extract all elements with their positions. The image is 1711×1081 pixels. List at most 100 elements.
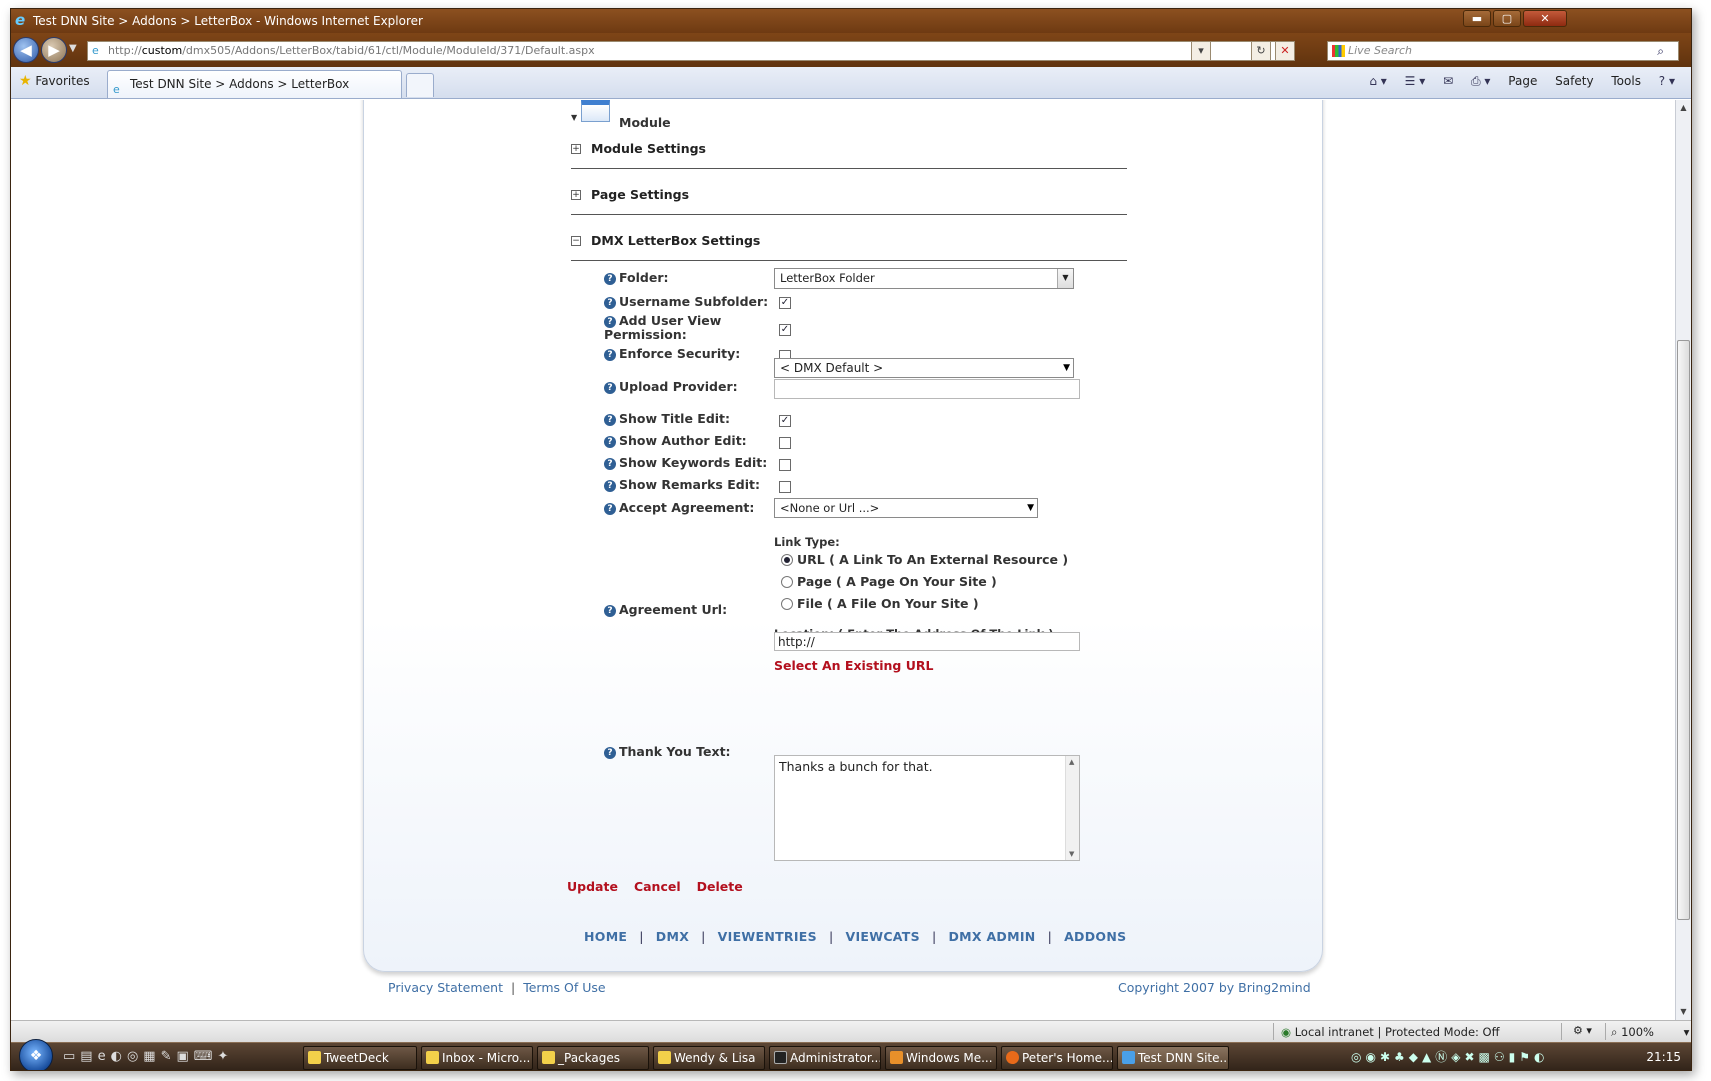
section-page-settings[interactable]: + Page Settings	[571, 183, 1127, 215]
taskbar-test-dnn-site[interactable]: Test DNN Site...	[1117, 1046, 1229, 1070]
privacy-statement-link[interactable]: Privacy Statement	[388, 980, 503, 995]
link-type-file-label[interactable]: File ( A File On Your Site )	[797, 596, 979, 611]
address-dropdown-icon[interactable]: ▾	[1191, 41, 1211, 61]
app-icon[interactable]: ▦	[143, 1049, 160, 1064]
show-remarks-edit-checkbox[interactable]	[779, 481, 791, 493]
app-icon[interactable]: ▣	[176, 1049, 193, 1064]
menu-home[interactable]: HOME	[584, 929, 627, 944]
scroll-up-icon[interactable]: ▲	[1069, 758, 1074, 766]
help-icon[interactable]: ?	[604, 747, 616, 759]
accept-agreement-select[interactable]: <None or Url ...> ▼	[774, 498, 1038, 518]
menu-viewcats[interactable]: VIEWCATS	[845, 929, 919, 944]
switch-windows-icon[interactable]: ▤	[80, 1049, 97, 1064]
location-input[interactable]: http://	[774, 632, 1080, 651]
stop-icon[interactable]: ✕	[1275, 41, 1295, 61]
feeds-icon[interactable]: ☰ ▾	[1405, 74, 1426, 88]
upload-provider-select[interactable]: < DMX Default > ▼	[774, 358, 1074, 378]
tray-icons[interactable]: ◎◉✱♣◆▲Ⓝ◈✖▩⚇▮⚑◐	[1351, 1046, 1548, 1068]
ie-quicklaunch-icon[interactable]: e	[98, 1049, 111, 1064]
new-tab-button[interactable]	[406, 73, 434, 97]
page-scrollbar[interactable]: ▲ ▼	[1675, 100, 1691, 1020]
app-icon[interactable]: ◎	[127, 1049, 143, 1064]
tools-menu[interactable]: Tools	[1611, 74, 1641, 88]
scrollbar-thumb[interactable]	[1677, 340, 1690, 920]
show-keywords-edit-checkbox[interactable]	[779, 459, 791, 471]
terms-of-use-link[interactable]: Terms Of Use	[523, 980, 605, 995]
update-link[interactable]: Update	[567, 879, 618, 894]
start-button[interactable]: ❖	[19, 1039, 53, 1070]
firefox-icon[interactable]: ◐	[111, 1049, 127, 1064]
taskbar-packages[interactable]: _Packages	[537, 1046, 649, 1070]
menu-dmx-admin[interactable]: DMX ADMIN	[948, 929, 1035, 944]
help-icon[interactable]: ?	[604, 458, 616, 470]
scroll-down-icon[interactable]: ▼	[1676, 1004, 1691, 1020]
page-menu[interactable]: Page	[1508, 74, 1537, 88]
help-icon[interactable]: ?	[604, 480, 616, 492]
section-letterbox-settings[interactable]: − DMX LetterBox Settings	[571, 229, 1127, 261]
search-icon[interactable]: ⌕	[1657, 42, 1664, 60]
menu-addons[interactable]: ADDONS	[1064, 929, 1126, 944]
maximize-button[interactable]: ▢	[1493, 10, 1521, 27]
show-title-edit-checkbox[interactable]: ✓	[779, 415, 791, 427]
refresh-icon[interactable]: ↻	[1251, 41, 1271, 61]
upload-provider-extra-field[interactable]	[774, 379, 1080, 399]
taskbar-peters-home[interactable]: Peter's Home...	[1001, 1046, 1113, 1070]
app-icon[interactable]: ⌨	[194, 1049, 218, 1064]
forward-button[interactable]: ▶	[41, 37, 67, 63]
favorites-button[interactable]: ★ Favorites	[19, 73, 90, 89]
recent-pages-dropdown-icon[interactable]: ▼	[69, 43, 77, 54]
module-actions-dropdown-icon[interactable]: ▼	[571, 113, 577, 122]
minimize-button[interactable]: ▬	[1463, 10, 1491, 27]
menu-dmx[interactable]: DMX	[656, 929, 689, 944]
taskbar-windows-media[interactable]: Windows Me...	[885, 1046, 997, 1070]
help-icon[interactable]: ?	[604, 273, 616, 285]
security-zone[interactable]: ◉ Local intranet | Protected Mode: Off	[1281, 1025, 1500, 1039]
expand-icon[interactable]: +	[571, 144, 581, 154]
back-button[interactable]: ◀	[13, 37, 39, 63]
print-icon[interactable]: ⎙ ▾	[1471, 74, 1490, 88]
select-existing-url-link[interactable]: Select An Existing URL	[774, 658, 933, 673]
tab-test-dnn-site[interactable]: e Test DNN Site > Addons > LetterBox	[107, 70, 402, 98]
expand-icon[interactable]: +	[571, 190, 581, 200]
taskbar-tweetdeck[interactable]: TweetDeck	[303, 1046, 417, 1070]
scroll-down-icon[interactable]: ▼	[1069, 850, 1074, 858]
app-icon[interactable]: ✦	[218, 1049, 234, 1064]
help-icon[interactable]: ?	[604, 382, 616, 394]
link-type-url-radio[interactable]	[781, 554, 793, 566]
textarea-scrollbar[interactable]: ▲ ▼	[1065, 756, 1079, 860]
section-module-settings[interactable]: + Module Settings	[571, 137, 1127, 169]
close-button[interactable]: ✕	[1523, 10, 1567, 27]
copyright-link[interactable]: Copyright 2007 by Bring2mind	[1118, 980, 1311, 995]
help-icon[interactable]: ?	[604, 503, 616, 515]
taskbar-wendy-lisa[interactable]: Wendy & Lisa	[653, 1046, 765, 1070]
help-icon[interactable]: ?	[604, 349, 616, 361]
taskbar-administrator[interactable]: Administrator...	[769, 1046, 881, 1070]
add-user-view-permission-checkbox[interactable]: ✓	[779, 324, 791, 336]
home-icon[interactable]: ⌂ ▾	[1369, 74, 1386, 88]
folder-select[interactable]: LetterBox Folder ▼	[774, 268, 1074, 289]
link-type-page-label[interactable]: Page ( A Page On Your Site )	[797, 574, 997, 589]
app-icon[interactable]: ✎	[161, 1049, 177, 1064]
menu-viewentries[interactable]: VIEWENTRIES	[718, 929, 817, 944]
popup-blocker-icon[interactable]: ⚙ ▾	[1573, 1024, 1592, 1037]
link-type-url-label[interactable]: URL ( A Link To An External Resource )	[797, 552, 1068, 567]
clock[interactable]: 21:15	[1646, 1046, 1681, 1068]
search-input[interactable]: Live Search ⌕	[1327, 41, 1679, 61]
safety-menu[interactable]: Safety	[1555, 74, 1593, 88]
mail-icon[interactable]: ✉	[1443, 74, 1453, 88]
help-icon[interactable]: ?	[604, 605, 616, 617]
help-icon[interactable]: ?	[604, 297, 616, 309]
thank-you-text-area[interactable]: Thanks a bunch for that. ▲ ▼	[774, 755, 1080, 861]
link-type-page-radio[interactable]	[781, 576, 793, 588]
zoom-level[interactable]: ⌕ 100% ▾	[1611, 1025, 1689, 1040]
link-type-file-radio[interactable]	[781, 598, 793, 610]
help-icon[interactable]: ?	[604, 436, 616, 448]
taskbar-inbox[interactable]: Inbox - Micro...	[421, 1046, 533, 1070]
show-desktop-icon[interactable]: ▭	[63, 1049, 80, 1064]
show-author-edit-checkbox[interactable]	[779, 437, 791, 449]
help-icon[interactable]: ?	[604, 414, 616, 426]
delete-link[interactable]: Delete	[697, 879, 743, 894]
collapse-icon[interactable]: −	[571, 236, 581, 246]
address-bar[interactable]: e http://custom/dmx505/Addons/LetterBox/…	[87, 41, 1287, 61]
cancel-link[interactable]: Cancel	[634, 879, 681, 894]
